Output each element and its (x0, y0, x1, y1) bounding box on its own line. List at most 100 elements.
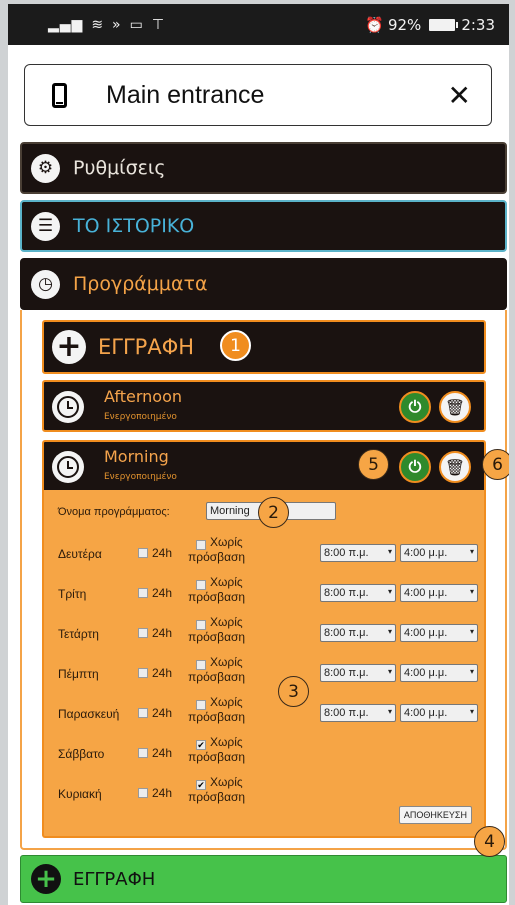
section-settings[interactable]: ⚙ Ρυθμίσεις (20, 142, 507, 194)
checkbox-no-access-checked[interactable]: ✔ (196, 780, 206, 790)
section-settings-label: Ρυθμίσεις (73, 157, 166, 179)
programs-panel: + ΕΓΓΡΑΦΗ 1 Afternoon Ενεργοποιημένο ⏻ 🗑… (20, 310, 509, 850)
list-icon: ☰ (31, 211, 60, 241)
clock-time: 2:33 (461, 15, 495, 34)
no-access-label-2: πρόσβαση (188, 550, 246, 564)
no-access-label-2: πρόσβαση (188, 630, 246, 644)
no-access-label-2: πρόσβαση (188, 710, 246, 724)
checkbox-24h[interactable] (138, 668, 148, 678)
program-name: Afternoon (104, 387, 182, 406)
add-program-button[interactable]: + ΕΓΓΡΑΦΗ (42, 320, 486, 374)
start-time-select[interactable]: 8:00 π.μ. (320, 544, 396, 562)
mobile-device-icon (52, 82, 67, 108)
no-access-label: Χωρίς (210, 655, 243, 669)
clock-icon (52, 451, 84, 483)
checkbox-no-access[interactable] (196, 540, 206, 550)
schedule-row: Δευτέρα 24h Χωρίς πρόσβαση 8:00 π.μ. 4:0… (44, 534, 488, 574)
annotation-badge-3: 3 (278, 676, 309, 707)
end-time-select[interactable]: 4:00 μ.μ. (400, 544, 478, 562)
battery-percent: 92% (387, 15, 422, 34)
no-access-label: Χωρίς (210, 775, 243, 789)
start-time-select[interactable]: 8:00 π.μ. (320, 584, 396, 602)
checkbox-24h[interactable] (138, 708, 148, 718)
annotation-badge-2: 2 (258, 497, 289, 528)
status-bar: ▂▄▆ ≋ » ▭ ⊤ ⏰ 92% 2:33 (8, 4, 509, 45)
checkbox-no-access-checked[interactable]: ✔ (196, 740, 206, 750)
label-24h: 24h (152, 626, 173, 640)
power-toggle-button[interactable]: ⏻ (399, 451, 431, 483)
checkbox-24h[interactable] (138, 628, 148, 638)
no-access-label-2: πρόσβαση (188, 750, 246, 764)
schedule-row: Τετάρτη 24h Χωρίς πρόσβαση 8:00 π.μ. 4:0… (44, 614, 488, 654)
day-label: Τετάρτη (58, 627, 99, 641)
page-title: Main entrance (106, 80, 265, 109)
car-icon: ▭ (129, 16, 144, 33)
program-item-afternoon[interactable]: Afternoon Ενεργοποιημένο ⏻ 🗑 (42, 380, 486, 432)
checkbox-24h[interactable] (138, 788, 148, 798)
annotation-badge-4: 4 (474, 826, 505, 857)
schedule-row: Πέμπτη 24h Χωρίς πρόσβαση 8:00 π.μ. 4:00… (44, 654, 488, 694)
end-time-select[interactable]: 4:00 μ.μ. (400, 664, 478, 682)
no-access-label: Χωρίς (210, 615, 243, 629)
label-24h: 24h (152, 666, 173, 680)
checkbox-24h[interactable] (138, 748, 148, 758)
program-status: Ενεργοποιημένο (104, 412, 177, 422)
checkbox-24h[interactable] (138, 588, 148, 598)
add-program-label: ΕΓΓΡΑΦΗ (98, 335, 195, 359)
end-time-select[interactable]: 4:00 μ.μ. (400, 704, 478, 722)
checkbox-no-access[interactable] (196, 620, 206, 630)
no-access-label: Χωρίς (210, 695, 243, 709)
gear-icon: ⚙ (31, 153, 60, 183)
day-label: Κυριακή (58, 787, 102, 801)
day-label: Τρίτη (58, 587, 87, 601)
plus-icon: + (31, 864, 61, 894)
start-time-select[interactable]: 8:00 π.μ. (320, 704, 396, 722)
add-entry-button[interactable]: + ΕΓΓΡΑΦΗ (20, 855, 507, 903)
end-time-select[interactable]: 4:00 μ.μ. (400, 584, 478, 602)
clock-icon (52, 391, 84, 423)
no-access-label: Χωρίς (210, 735, 243, 749)
start-time-select[interactable]: 8:00 π.μ. (320, 624, 396, 642)
end-time-select[interactable]: 4:00 μ.μ. (400, 624, 478, 642)
close-button[interactable]: ✕ (448, 79, 471, 112)
signal-icon: ▂▄▆ (48, 16, 84, 33)
device-header: Main entrance ✕ (24, 64, 492, 126)
wifi-icon: ≋ (91, 16, 105, 33)
annotation-badge-1: 1 (220, 330, 251, 361)
schedule-row: Σάββατο 24h ✔ Χωρίς πρόσβαση (44, 734, 488, 774)
program-status: Ενεργοποιημένο (104, 472, 177, 482)
label-24h: 24h (152, 586, 173, 600)
schedule-row: Παρασκευή 24h Χωρίς πρόσβαση 8:00 π.μ. 4… (44, 694, 488, 734)
start-time-select[interactable]: 8:00 π.μ. (320, 664, 396, 682)
alarm-icon: ⏰ (365, 15, 384, 34)
day-label: Σάββατο (58, 747, 105, 761)
checkbox-no-access[interactable] (196, 580, 206, 590)
battery-icon (429, 18, 459, 31)
section-programs-label: Προγράμματα (73, 273, 208, 295)
no-access-label: Χωρίς (210, 575, 243, 589)
power-toggle-button[interactable]: ⏻ (399, 391, 431, 423)
checkbox-no-access[interactable] (196, 660, 206, 670)
delete-button[interactable]: 🗑 (439, 391, 471, 423)
section-programs[interactable]: ◷ Προγράμματα (20, 258, 507, 310)
day-label: Πέμπτη (58, 667, 99, 681)
program-item-morning[interactable]: Morning Ενεργοποιημένο ⏻ 🗑 (42, 440, 486, 492)
program-name: Morning (104, 447, 169, 466)
antenna-icon: ⊤ (151, 16, 166, 33)
program-name-label: Όνομα προγράμματος: (58, 506, 170, 518)
status-icons: ▂▄▆ ≋ » ▭ ⊤ (48, 17, 165, 33)
schedule-row: Τρίτη 24h Χωρίς πρόσβαση 8:00 π.μ. 4:00 … (44, 574, 488, 614)
add-entry-label: ΕΓΓΡΑΦΗ (73, 868, 156, 890)
clock-icon: ◷ (31, 269, 60, 299)
no-access-label-2: πρόσβαση (188, 790, 246, 804)
checkbox-24h[interactable] (138, 548, 148, 558)
no-access-label: Χωρίς (210, 535, 243, 549)
program-edit-form: Όνομα προγράμματος: Δευτέρα 24h Χωρίς πρ… (42, 490, 486, 838)
annotation-badge-5: 5 (358, 449, 389, 480)
save-button[interactable]: ΑΠΟΘΗΚΕΥΣΗ (398, 806, 472, 824)
delete-button[interactable]: 🗑 (439, 451, 471, 483)
day-label: Παρασκευή (58, 707, 120, 721)
checkbox-no-access[interactable] (196, 700, 206, 710)
phone-screen: ▂▄▆ ≋ » ▭ ⊤ ⏰ 92% 2:33 Main entrance ✕ ⚙… (8, 4, 509, 905)
section-history[interactable]: ☰ ΤΟ ΙΣΤΟΡΙΚΟ (20, 200, 507, 252)
